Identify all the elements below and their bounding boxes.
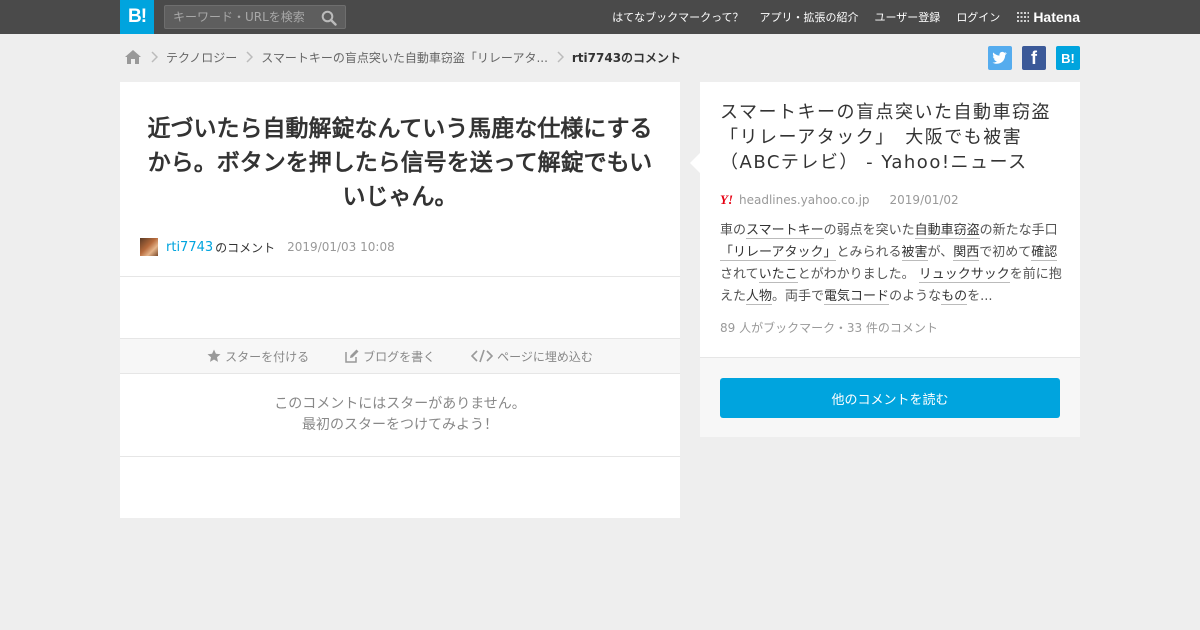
summary-keyword-link[interactable]: 人物 <box>746 289 773 305</box>
summary-text: が、 <box>927 245 954 260</box>
summary-keyword-link[interactable]: リュックサック <box>918 267 1010 283</box>
avatar[interactable] <box>140 238 158 256</box>
search-box <box>164 5 346 29</box>
embed-page-label: ページに埋め込む <box>497 349 593 364</box>
entry-title-link[interactable]: スマートキーの盲点突いた自動車窃盗「リレーアタック」 大阪でも被害（ABCテレビ… <box>720 100 1062 175</box>
no-star-line-2: 最初のスターをつけてみよう！ <box>302 417 498 433</box>
summary-text: とみられる <box>836 245 902 260</box>
search-icon[interactable] <box>321 10 337 26</box>
twitter-share-button[interactable] <box>988 46 1012 70</box>
no-star-message: このコメントにはスターがありません。 最初のスターをつけてみよう！ <box>120 394 680 436</box>
home-icon[interactable] <box>124 49 142 65</box>
entry-summary: 車のスマートキーの弱点を突いた自動車窃盗の新たな手口「リレーアタック」とみられる… <box>720 220 1062 308</box>
summary-text: の新たな手口 <box>979 223 1058 238</box>
comment-panel: 近づいたら自動解錠なんていう馬鹿な仕様にするから。ボタンを押したら信号を送って解… <box>120 82 680 518</box>
summary-keyword-link[interactable]: 被害 <box>901 245 928 261</box>
write-blog-label: ブログを書く <box>363 349 436 364</box>
comment-date[interactable]: 2019/01/03 10:08 <box>287 240 395 254</box>
chevron-right-icon <box>151 51 158 63</box>
summary-keyword-link[interactable]: 自動車窃盗 <box>914 223 980 239</box>
summary-text: されて <box>720 267 759 282</box>
summary-keyword-link[interactable]: 確認 <box>1031 245 1058 261</box>
share-buttons: f B! <box>988 46 1080 70</box>
edit-icon <box>345 349 359 363</box>
hatena-bookmark-share-button[interactable]: B! <box>1056 46 1080 70</box>
hatena-brand-link[interactable]: Hatena <box>1016 9 1080 25</box>
bookmark-comment-counts[interactable]: 89 人がブックマーク・33 件のコメント <box>720 319 938 336</box>
nav-about-link[interactable]: はてなブックマークって？ <box>612 9 743 25</box>
summary-text: の弱点を突いた <box>823 223 915 238</box>
breadcrumb: テクノロジー スマートキーの盲点突いた自動車窃盗「リレーアタ... rti774… <box>124 46 681 68</box>
chevron-right-icon <box>246 51 254 63</box>
author-link[interactable]: rti7743 <box>166 240 213 255</box>
summary-keyword-link[interactable]: 関西 <box>953 245 980 261</box>
twitter-bird-icon <box>992 51 1007 64</box>
summary-text: 車の <box>720 223 747 238</box>
panel-pointer <box>690 153 700 173</box>
embed-page-button[interactable]: ページに埋め込む <box>471 348 593 365</box>
hatena-bookmark-logo[interactable]: B! <box>120 0 154 34</box>
add-star-label: スターを付ける <box>225 349 310 364</box>
entry-date: 2019/01/02 <box>889 193 959 207</box>
hatena-logo-icon <box>1017 12 1030 22</box>
entry-domain-link[interactable]: headlines.yahoo.co.jp <box>739 193 870 207</box>
summary-keyword-link[interactable]: いたこ <box>758 267 798 283</box>
summary-keyword-link[interactable]: スマートキー <box>746 223 824 239</box>
star-icon <box>207 349 221 362</box>
summary-text: とがわかりました。 <box>797 267 919 282</box>
summary-keyword-link[interactable]: 電気コード <box>824 289 890 305</box>
read-other-comments-button[interactable]: 他のコメントを読む <box>720 378 1060 418</box>
breadcrumb-category-link[interactable]: テクノロジー <box>166 49 237 66</box>
code-icon <box>471 349 494 363</box>
breadcrumb-current: rti7743のコメント <box>571 50 682 65</box>
hatena-brand-text: Hatena <box>1033 9 1080 25</box>
breadcrumb-entry-link[interactable]: スマートキーの盲点突いた自動車窃盗「リレーアタ... <box>261 49 548 66</box>
nav-apps-link[interactable]: アプリ・拡張の紹介 <box>760 9 859 25</box>
summary-keyword-link[interactable]: もの <box>941 289 968 305</box>
summary-text: のような <box>889 289 942 304</box>
summary-text: を... <box>967 289 993 304</box>
entry-panel-footer: 他のコメントを読む <box>700 357 1080 437</box>
top-bar: B! はてなブックマークって？ アプリ・拡張の紹介 ユーザー登録 ログイン Ha… <box>0 0 1200 34</box>
no-star-line-1: このコメントにはスターがありません。 <box>274 396 526 412</box>
author-suffix: のコメント <box>215 240 276 255</box>
facebook-share-button[interactable]: f <box>1022 46 1046 70</box>
summary-keyword-link[interactable]: 「リレーアタック」 <box>720 245 837 261</box>
nav-register-link[interactable]: ユーザー登録 <box>875 9 941 25</box>
divider <box>120 276 680 277</box>
summary-text: 。両手で <box>772 289 825 304</box>
comment-action-bar: スターを付ける ブログを書く ページに埋め込む <box>120 338 680 374</box>
divider <box>120 456 680 457</box>
nav-login-link[interactable]: ログイン <box>956 9 1000 25</box>
comment-text: 近づいたら自動解錠なんていう馬鹿な仕様にするから。ボタンを押したら信号を送って解… <box>147 116 653 210</box>
write-blog-button[interactable]: ブログを書く <box>345 348 435 365</box>
top-nav: はてなブックマークって？ アプリ・拡張の紹介 ユーザー登録 ログイン Haten… <box>596 0 1080 34</box>
summary-text: で初めて <box>979 245 1032 260</box>
entry-source-row: Y! headlines.yahoo.co.jp 2019/01/02 <box>720 192 959 208</box>
add-star-button[interactable]: スターを付ける <box>207 348 309 365</box>
comment-author-row: rti7743 のコメント 2019/01/03 10:08 <box>140 238 395 256</box>
search-input[interactable] <box>165 6 315 28</box>
chevron-right-icon <box>557 51 564 63</box>
yahoo-favicon-icon: Y! <box>720 192 733 207</box>
